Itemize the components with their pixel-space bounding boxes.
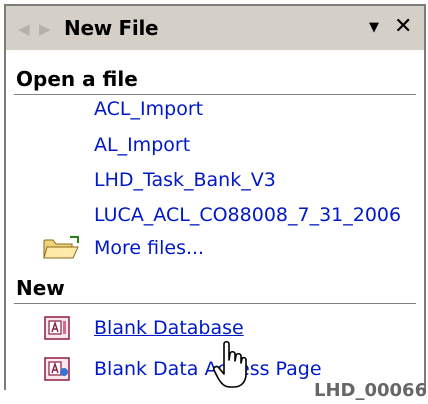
open-folder-icon <box>43 236 79 259</box>
recent-file-link[interactable]: LHD_Task_Bank_V3 <box>94 169 276 191</box>
blank-database-link[interactable]: Blank Database <box>94 317 244 339</box>
hand-cursor-icon <box>213 340 247 388</box>
data-access-page-icon <box>44 357 70 381</box>
watermark-label: LHD_00066 <box>314 380 428 401</box>
more-files-link[interactable]: More files... <box>94 237 204 259</box>
close-icon[interactable]: ✕ <box>394 14 412 39</box>
section-divider <box>14 94 416 95</box>
task-pane-titlebar: ◀ ▶ New File ▼ ✕ <box>6 6 424 50</box>
blank-data-access-page-link[interactable]: Blank Data Access Page <box>94 358 322 380</box>
recent-file-link[interactable]: AL_Import <box>94 134 190 156</box>
new-heading: New <box>16 276 65 300</box>
recent-file-link[interactable]: ACL_Import <box>94 98 203 120</box>
access-database-icon <box>44 316 70 340</box>
task-pane: ◀ ▶ New File ▼ ✕ Open a file ACL_Import … <box>4 4 426 390</box>
back-arrow-icon[interactable]: ◀ <box>18 20 30 38</box>
open-a-file-heading: Open a file <box>16 67 138 91</box>
forward-arrow-icon[interactable]: ▶ <box>39 20 51 38</box>
pane-title: New File <box>64 16 159 40</box>
recent-file-link[interactable]: LUCA_ACL_CO88008_7_31_2006 <box>94 204 401 226</box>
pane-dropdown-icon[interactable]: ▼ <box>369 20 379 35</box>
section-divider <box>14 303 416 304</box>
